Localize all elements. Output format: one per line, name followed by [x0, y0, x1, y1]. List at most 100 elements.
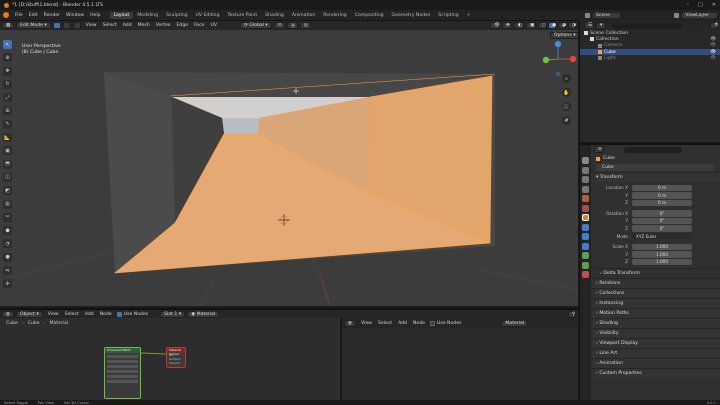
menu-add[interactable]: Add	[120, 23, 135, 28]
editor-type-button[interactable]: ◍	[2, 310, 14, 318]
slot-dropdown[interactable]: Slot 1 ▾	[160, 310, 186, 318]
shrink-tool-icon[interactable]: ✣	[3, 279, 12, 289]
data-tab-icon[interactable]	[582, 261, 589, 269]
loop-cut-tool-icon[interactable]: ▥	[3, 199, 12, 209]
gizmo-button[interactable]: ✥	[502, 22, 512, 29]
visibility-eye-icon[interactable]: 👁	[710, 37, 716, 42]
menu-edit[interactable]: Edit	[26, 13, 41, 18]
editor-type-button[interactable]: ≡	[594, 146, 604, 153]
properties-search-input[interactable]	[624, 146, 682, 153]
location-x-field[interactable]: 0 m	[632, 184, 692, 191]
snap-button[interactable]: ⦿	[286, 22, 298, 29]
panel-shading[interactable]: › Shading	[592, 317, 720, 328]
annotate-tool-icon[interactable]: ✎	[3, 119, 12, 129]
solid-shading-button[interactable]: ●	[548, 22, 556, 29]
menu-vertex[interactable]: Vertex	[153, 23, 174, 28]
menu-add[interactable]: Add	[395, 321, 410, 326]
scale-x-field[interactable]: 1.000	[632, 243, 692, 250]
pan-hand-icon[interactable]: ✋	[562, 88, 571, 97]
tab-texture-paint[interactable]: Texture Paint	[224, 12, 262, 19]
tab-modeling[interactable]: Modeling	[133, 12, 162, 19]
wireframe-shading-button[interactable]: ○	[538, 22, 546, 29]
render-tab-icon[interactable]	[582, 166, 589, 174]
viewport-3d[interactable]: User Perspective (8) Cube | Cube Options…	[0, 30, 578, 306]
menu-select[interactable]: Select	[375, 321, 395, 326]
edge-select-button[interactable]	[62, 22, 71, 29]
location-z-field[interactable]: 0 m	[632, 199, 692, 206]
panel-visibility[interactable]: › Visibility	[592, 327, 720, 338]
tab-uv-editing[interactable]: UV Editing	[192, 12, 224, 19]
smooth-tool-icon[interactable]: ●	[3, 252, 12, 262]
tab-scripting[interactable]: Scripting	[434, 12, 462, 19]
tab-rendering[interactable]: Rendering	[319, 12, 350, 19]
world-tab-icon[interactable]	[582, 204, 589, 212]
tab-compositing[interactable]: Compositing	[351, 12, 388, 19]
rotation-y-field[interactable]: 0°	[632, 217, 692, 224]
menu-view[interactable]: View	[45, 312, 62, 317]
face-select-button[interactable]	[72, 22, 81, 29]
maximize-button[interactable]: □	[698, 2, 703, 8]
particles-tab-icon[interactable]	[582, 233, 589, 240]
pin-icon[interactable]: ⚲	[568, 310, 576, 318]
object-name-field[interactable]: Cube	[596, 164, 714, 171]
poly-build-tool-icon[interactable]: ⬟	[3, 226, 12, 236]
tool-tab-icon[interactable]	[582, 157, 589, 164]
visibility-button[interactable]: 👁	[490, 22, 500, 29]
menu-window[interactable]: Window	[63, 13, 87, 18]
measure-tool-icon[interactable]: 📐	[3, 133, 12, 143]
proportional-edit-button[interactable]: ◎	[299, 22, 311, 29]
tab-sculpting[interactable]: Sculpting	[162, 12, 191, 19]
panel-line-art[interactable]: › Line Art	[592, 347, 720, 358]
menu-view[interactable]: View	[358, 321, 375, 326]
scene-tab-icon[interactable]	[582, 195, 589, 202]
visibility-eye-icon[interactable]: 👁	[710, 56, 716, 61]
scene-name[interactable]: Scene	[593, 13, 621, 18]
zoom-icon[interactable]: ⌕	[562, 74, 571, 83]
transform-tool-icon[interactable]: ⊞	[3, 106, 12, 116]
move-tool-icon[interactable]: ✥	[3, 66, 12, 76]
editor-type-button[interactable]: ▦	[2, 22, 14, 29]
panel-custom-properties[interactable]: › Custom Properties	[592, 367, 720, 378]
panel-animation[interactable]: › Animation	[592, 357, 720, 368]
rotation-x-field[interactable]: 0°	[632, 210, 692, 217]
vertex-select-button[interactable]	[52, 22, 61, 29]
menu-mesh[interactable]: Mesh	[135, 23, 153, 28]
select-tool-icon[interactable]: ↖	[3, 40, 12, 49]
secondary-node-editor[interactable]: ◍ View Select Add Node Use Nodes Materia…	[341, 318, 578, 400]
menu-uv[interactable]: UV	[207, 23, 220, 28]
menu-help[interactable]: Help	[87, 13, 103, 18]
display-mode-button[interactable]: ▾	[596, 22, 606, 29]
view-layer-tab-icon[interactable]	[582, 185, 589, 193]
visibility-eye-icon[interactable]: 👁	[710, 43, 716, 48]
outliner-search-input[interactable]	[612, 22, 682, 29]
pivot-button[interactable]: ⊙	[273, 22, 285, 29]
rotate-tool-icon[interactable]: ↻	[3, 79, 12, 89]
panel-motion-paths[interactable]: › Motion Paths	[592, 307, 720, 318]
physics-tab-icon[interactable]	[582, 242, 589, 250]
menu-node[interactable]: Node	[410, 321, 428, 326]
inset-tool-icon[interactable]: ◫	[3, 172, 12, 182]
menu-view[interactable]: View	[83, 23, 100, 28]
rotation-mode-dropdown[interactable]: XYZ Euler	[632, 232, 692, 240]
rotation-z-field[interactable]: 0°	[632, 225, 692, 232]
camera-view-icon[interactable]: 🎥	[562, 102, 571, 111]
menu-select[interactable]: Select	[62, 312, 82, 317]
constraints-tab-icon[interactable]	[582, 252, 589, 259]
transform-orientation-dropdown[interactable]: ⟳ Global ▾	[239, 22, 272, 29]
object-tab-icon[interactable]	[582, 214, 589, 221]
grid-ortho-icon[interactable]: #	[562, 116, 571, 125]
output-tab-icon[interactable]	[582, 176, 589, 183]
modifier-tab-icon[interactable]	[582, 223, 589, 231]
minimize-button[interactable]: –	[687, 2, 690, 8]
overlay-button[interactable]: ◐	[514, 22, 524, 29]
scale-y-field[interactable]: 1.000	[632, 251, 692, 258]
menu-node[interactable]: Node	[97, 312, 115, 317]
tab-layout[interactable]: Layout	[109, 11, 134, 19]
principled-bsdf-node[interactable]: Principled BSDF	[104, 347, 141, 399]
panel-collections[interactable]: › Collections	[592, 287, 720, 298]
location-y-field[interactable]: 0 m	[632, 192, 692, 199]
add-workspace-button[interactable]: +	[463, 12, 475, 19]
panel-viewport-display[interactable]: › Viewport Display	[592, 337, 720, 348]
menu-select[interactable]: Select	[100, 23, 120, 28]
panel-transform[interactable]: ▾ Transform	[592, 172, 720, 182]
